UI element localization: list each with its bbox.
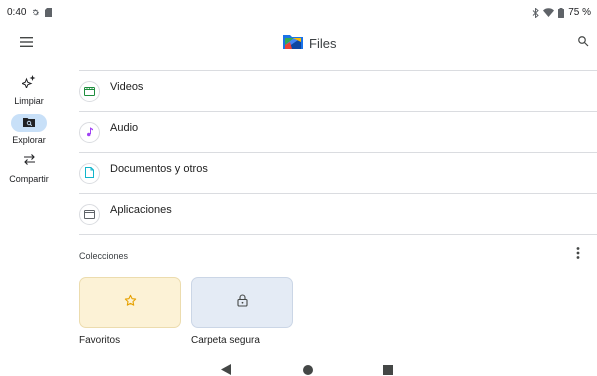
document-icon: [85, 165, 94, 183]
category-label: Documentos y otros: [110, 163, 208, 175]
explore-folder-icon: [23, 114, 35, 132]
back-triangle-icon: [221, 362, 231, 376]
rail-icon-container: [11, 153, 47, 171]
category-row-documents[interactable]: Documentos y otros: [77, 153, 597, 193]
files-logo-icon: [283, 33, 303, 54]
sparkle-icon: [20, 75, 36, 93]
music-note-icon: [86, 124, 94, 142]
rail-item-compartir[interactable]: Compartir: [0, 153, 58, 193]
more-options-button[interactable]: [570, 247, 586, 263]
home-button[interactable]: [302, 365, 314, 376]
top-app-bar: Files: [0, 24, 597, 62]
favorites-label: Favoritos: [79, 335, 121, 346]
rail-label: Explorar: [12, 135, 46, 145]
category-icon-circle: [79, 163, 100, 184]
settings-gear-icon: [31, 8, 40, 17]
recents-square-icon: [383, 362, 393, 376]
menu-icon: [19, 34, 33, 52]
safe-folder-label: Carpeta segura: [191, 335, 260, 346]
status-time: 0:40: [7, 7, 27, 18]
divider: [79, 234, 597, 235]
category-label: Videos: [110, 81, 144, 93]
more-vert-icon: [576, 246, 580, 264]
category-row-audio[interactable]: Audio: [77, 112, 597, 152]
status-left: 0:40: [7, 7, 53, 18]
rail-icon-container: [11, 75, 47, 93]
app-title: Files: [309, 36, 337, 51]
rail-label: Limpiar: [14, 96, 44, 106]
category-icon-circle: [79, 122, 100, 143]
video-icon: [84, 83, 95, 101]
rail-label: Compartir: [9, 174, 49, 184]
search-button[interactable]: [571, 31, 595, 55]
system-navigation-bar: [0, 360, 597, 376]
swap-arrows-icon: [23, 153, 36, 171]
status-right: 75 %: [532, 7, 591, 18]
back-button[interactable]: [220, 362, 232, 376]
bluetooth-icon: [532, 7, 539, 18]
rail-icon-container-active: [11, 114, 47, 132]
safe-folder-card[interactable]: [191, 277, 293, 328]
star-icon: [124, 294, 137, 312]
favorites-card[interactable]: [79, 277, 181, 328]
category-row-videos[interactable]: Videos: [77, 71, 597, 111]
lock-icon: [236, 293, 248, 312]
search-icon: [577, 34, 589, 52]
category-icon-circle: [79, 204, 100, 225]
battery-icon: [558, 7, 565, 18]
status-bar: 0:40 75 %: [0, 0, 597, 24]
collections-header: Colecciones: [79, 251, 129, 261]
category-label: Audio: [110, 122, 139, 134]
home-circle-icon: [303, 362, 313, 376]
app-title-group: Files: [283, 33, 336, 54]
category-icon-circle: [79, 81, 100, 102]
category-list: Videos Audio Documentos y otros Aplicaci…: [77, 70, 597, 235]
sd-card-icon: [45, 8, 53, 17]
apps-icon: [84, 206, 95, 224]
menu-button[interactable]: [14, 32, 38, 54]
category-row-apps[interactable]: Aplicaciones: [77, 194, 597, 234]
category-label: Aplicaciones: [110, 204, 172, 216]
rail-item-explorar[interactable]: Explorar: [0, 114, 58, 154]
battery-level: 75 %: [568, 7, 591, 18]
rail-item-limpiar[interactable]: Limpiar: [0, 75, 58, 115]
wifi-icon: [543, 8, 555, 17]
recents-button[interactable]: [382, 365, 394, 376]
